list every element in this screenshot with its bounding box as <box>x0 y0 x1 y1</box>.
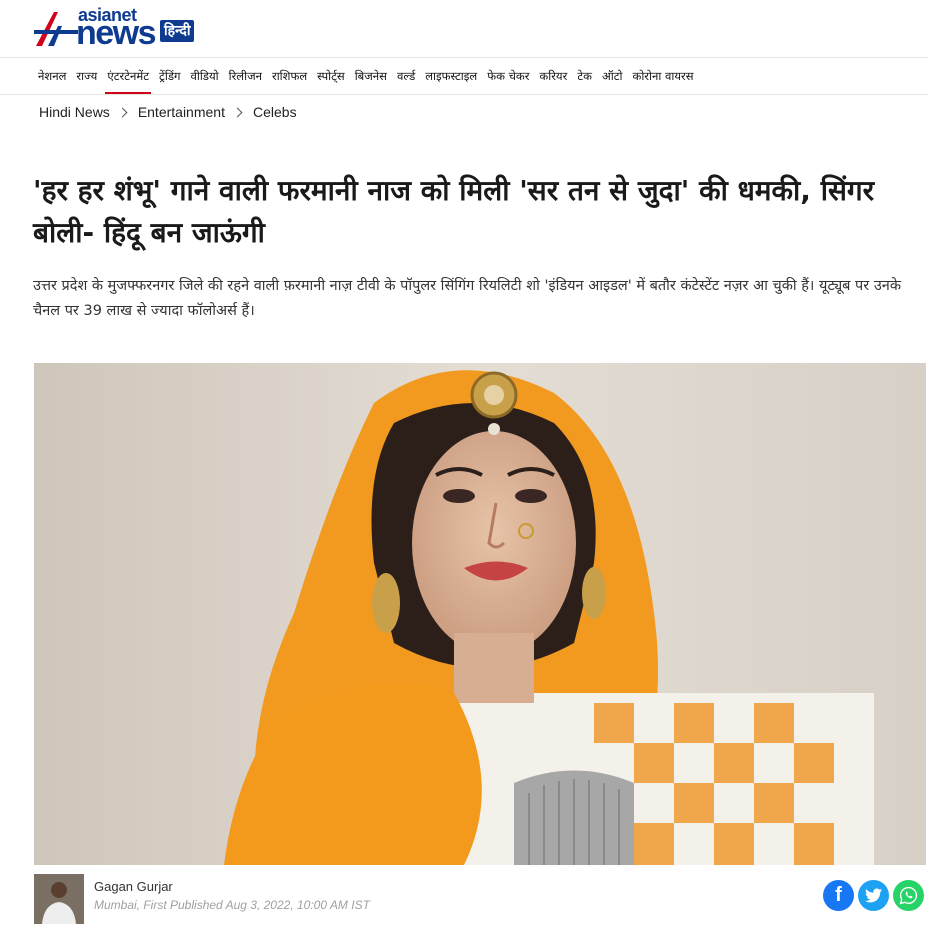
nav-item[interactable]: करियर <box>534 58 572 94</box>
facebook-share-button[interactable]: f <box>823 880 854 911</box>
author-name[interactable]: Gagan Gurjar <box>94 879 173 894</box>
publish-meta: Mumbai, First Published Aug 3, 2022, 10:… <box>94 898 370 912</box>
article-title: 'हर हर शंभू' गाने वाली फरमानी नाज को मिल… <box>33 174 875 249</box>
nav-item[interactable]: बिजनेस <box>350 58 392 94</box>
author-avatar[interactable] <box>34 874 84 924</box>
nav-item[interactable]: लाइफस्टाइल <box>420 58 482 94</box>
chevron-right-icon <box>117 107 128 117</box>
breadcrumb-home[interactable]: Hindi News <box>39 103 110 121</box>
nav-item[interactable]: रिलीजन <box>224 58 267 94</box>
logo-mark-icon <box>34 12 78 46</box>
site-header: asianet news हिन्दी <box>0 0 928 57</box>
main-nav: नेशनल राज्य एंटरटेनमेंट ट्रेंडिंग वीडियो रिली… <box>0 57 928 95</box>
nav-list: नेशनल राज्य एंटरटेनमेंट ट्रेंडिंग वीडियो रिली… <box>33 58 699 94</box>
nav-item[interactable]: कोरोना वायरस <box>628 58 699 94</box>
twitter-icon <box>865 888 882 903</box>
nav-item[interactable]: टेक <box>572 58 597 94</box>
whatsapp-share-button[interactable] <box>893 880 924 911</box>
nav-item[interactable]: ट्रेंडिंग <box>154 58 185 94</box>
article-summary: उत्तर प्रदेश के मुजफ्फरनगर जिले की रहने … <box>33 278 901 319</box>
breadcrumb: Hindi News Entertainment Celebs <box>39 103 297 121</box>
nav-item[interactable]: स्पोर्ट्स <box>312 58 350 94</box>
nav-item[interactable]: वीडियो <box>185 58 223 94</box>
logo-news-text: news <box>76 14 157 52</box>
breadcrumb-entertainment[interactable]: Entertainment <box>138 103 225 121</box>
nav-item[interactable]: राज्य <box>71 58 102 94</box>
twitter-share-button[interactable] <box>858 880 889 911</box>
article-hero-image <box>34 363 926 865</box>
logo-hindi-badge: हिन्दी <box>160 20 195 42</box>
nav-item[interactable]: ऑटो <box>597 58 628 94</box>
nav-item[interactable]: एंटरटेनमेंट <box>102 58 154 94</box>
nav-item[interactable]: राशिफल <box>267 58 312 94</box>
nav-item[interactable]: वर्ल्ड <box>392 58 420 94</box>
whatsapp-icon <box>899 886 918 905</box>
nav-item[interactable]: नेशनल <box>33 58 71 94</box>
breadcrumb-celebs[interactable]: Celebs <box>253 103 297 121</box>
nav-item[interactable]: फेक चेकर <box>482 58 534 94</box>
chevron-right-icon <box>232 107 243 117</box>
facebook-icon: f <box>835 884 842 906</box>
